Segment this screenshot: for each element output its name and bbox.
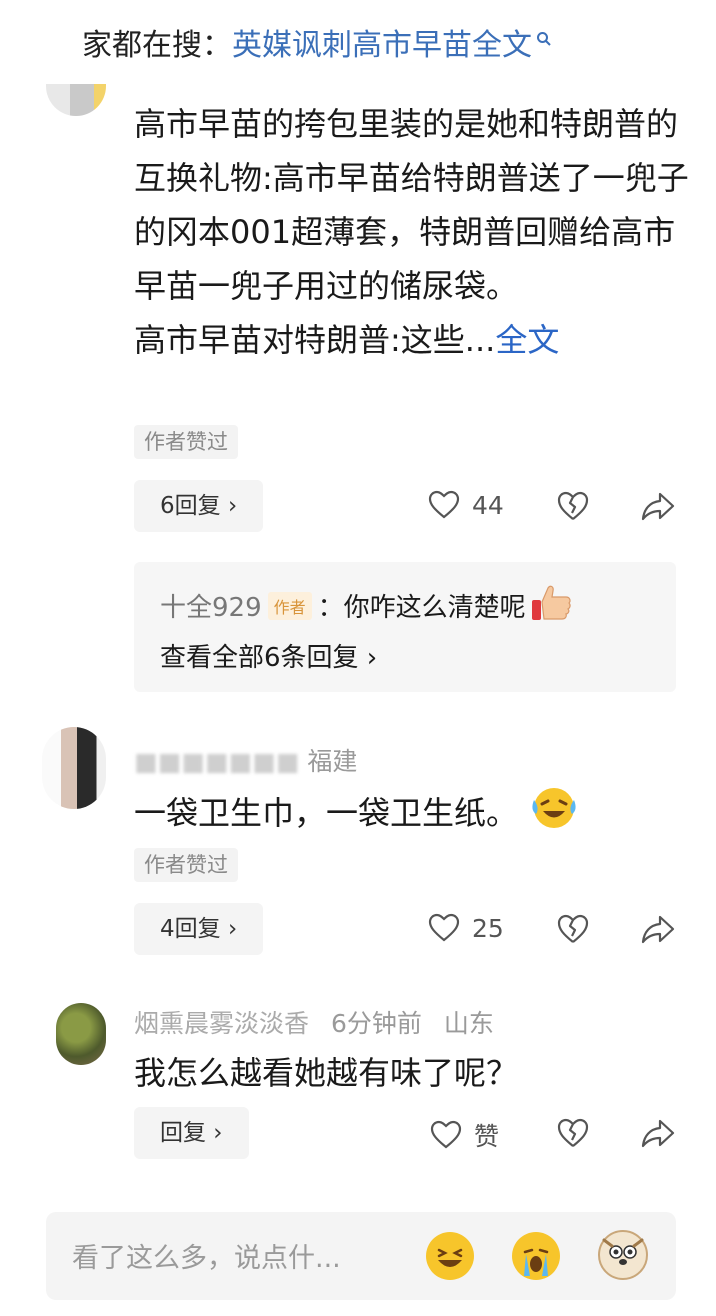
laugh-cry-emoji-icon: [528, 784, 580, 846]
like-button[interactable]: 25: [428, 913, 504, 943]
comment-text: 我怎么越看她越有味了呢？: [134, 1054, 519, 1092]
sub-reply-text: ：你咋这么清楚呢: [317, 593, 526, 623]
comment-meta: 烟熏晨雾淡淡香 6分钟前 山东: [134, 1004, 494, 1040]
heart-icon: [428, 490, 460, 519]
grinning-emoji-icon[interactable]: [426, 1232, 474, 1280]
comment-username[interactable]: 烟熏晨雾淡淡香: [134, 1009, 309, 1038]
view-all-replies-link[interactable]: 查看全部6条回复 ›: [160, 637, 377, 674]
thumbs-up-emoji-icon: [530, 582, 574, 629]
comment-body: 高市早苗的挎包里装的是她和特朗普的互换礼物:高市早苗给特朗普送了一兜子的冈本00…: [134, 105, 689, 305]
sub-reply[interactable]: 十全929 作者 ：你咋这么清楚呢: [160, 582, 574, 629]
share-button[interactable]: [640, 913, 676, 945]
like-count: 44: [472, 490, 504, 520]
comment-input-placeholder[interactable]: 看了这么多，说点什...: [72, 1236, 341, 1275]
heart-icon: [430, 1120, 462, 1149]
search-hint[interactable]: 家都在搜：英媒讽刺高市早苗全文: [82, 20, 552, 64]
avatar[interactable]: [56, 1003, 106, 1065]
comment-location: 福建: [307, 747, 358, 776]
search-hint-prefix: 家都在搜：: [82, 28, 232, 63]
broken-heart-icon: [557, 1118, 589, 1147]
search-hint-keyword[interactable]: 英媒讽刺高市早苗全文: [232, 28, 532, 63]
comment-text: 一袋卫生巾，一袋卫生纸。: [134, 784, 694, 846]
like-button[interactable]: 44: [428, 490, 504, 520]
like-button[interactable]: 赞: [430, 1117, 499, 1153]
comment-location: 山东: [443, 1009, 494, 1038]
heart-icon: [428, 913, 460, 942]
share-icon: [641, 915, 675, 944]
author-liked-badge: 作者赞过: [134, 848, 238, 882]
comment-meta: ■■■■■■■ 福建: [134, 742, 357, 778]
share-icon: [641, 492, 675, 521]
comment-body-truncated: 高市早苗对特朗普:这些...: [134, 321, 496, 359]
dislike-button[interactable]: [556, 490, 590, 524]
dislike-button[interactable]: [556, 913, 590, 947]
broken-heart-icon: [557, 914, 589, 943]
like-label: 赞: [474, 1122, 500, 1151]
dog-emoji-icon[interactable]: [598, 1230, 648, 1280]
username-blurred: ■■■■■■■: [134, 747, 300, 776]
reply-button[interactable]: 回复 ›: [134, 1107, 249, 1159]
crying-emoji-icon[interactable]: [512, 1232, 560, 1280]
like-count: 25: [472, 913, 504, 943]
dislike-button[interactable]: [556, 1117, 590, 1151]
avatar[interactable]: [42, 727, 106, 809]
share-icon: [641, 1119, 675, 1148]
author-liked-badge: 作者赞过: [134, 425, 238, 459]
sub-reply-username[interactable]: 十全929: [160, 587, 262, 624]
comment-time: 6分钟前: [330, 1009, 422, 1038]
share-button[interactable]: [640, 1117, 676, 1149]
share-button[interactable]: [640, 490, 676, 522]
expand-full-text-link[interactable]: 全文: [495, 321, 559, 359]
comment-body: 一袋卫生巾，一袋卫生纸。: [134, 794, 519, 832]
broken-heart-icon: [557, 491, 589, 520]
reply-button[interactable]: 6回复 ›: [134, 480, 264, 532]
comment-text: 高市早苗的挎包里装的是她和特朗普的互换礼物:高市早苗给特朗普送了一兜子的冈本00…: [134, 97, 694, 367]
avatar[interactable]: [46, 84, 106, 116]
reply-button[interactable]: 4回复 ›: [134, 903, 264, 955]
author-tag: 作者: [267, 591, 312, 620]
search-icon[interactable]: [536, 20, 552, 55]
